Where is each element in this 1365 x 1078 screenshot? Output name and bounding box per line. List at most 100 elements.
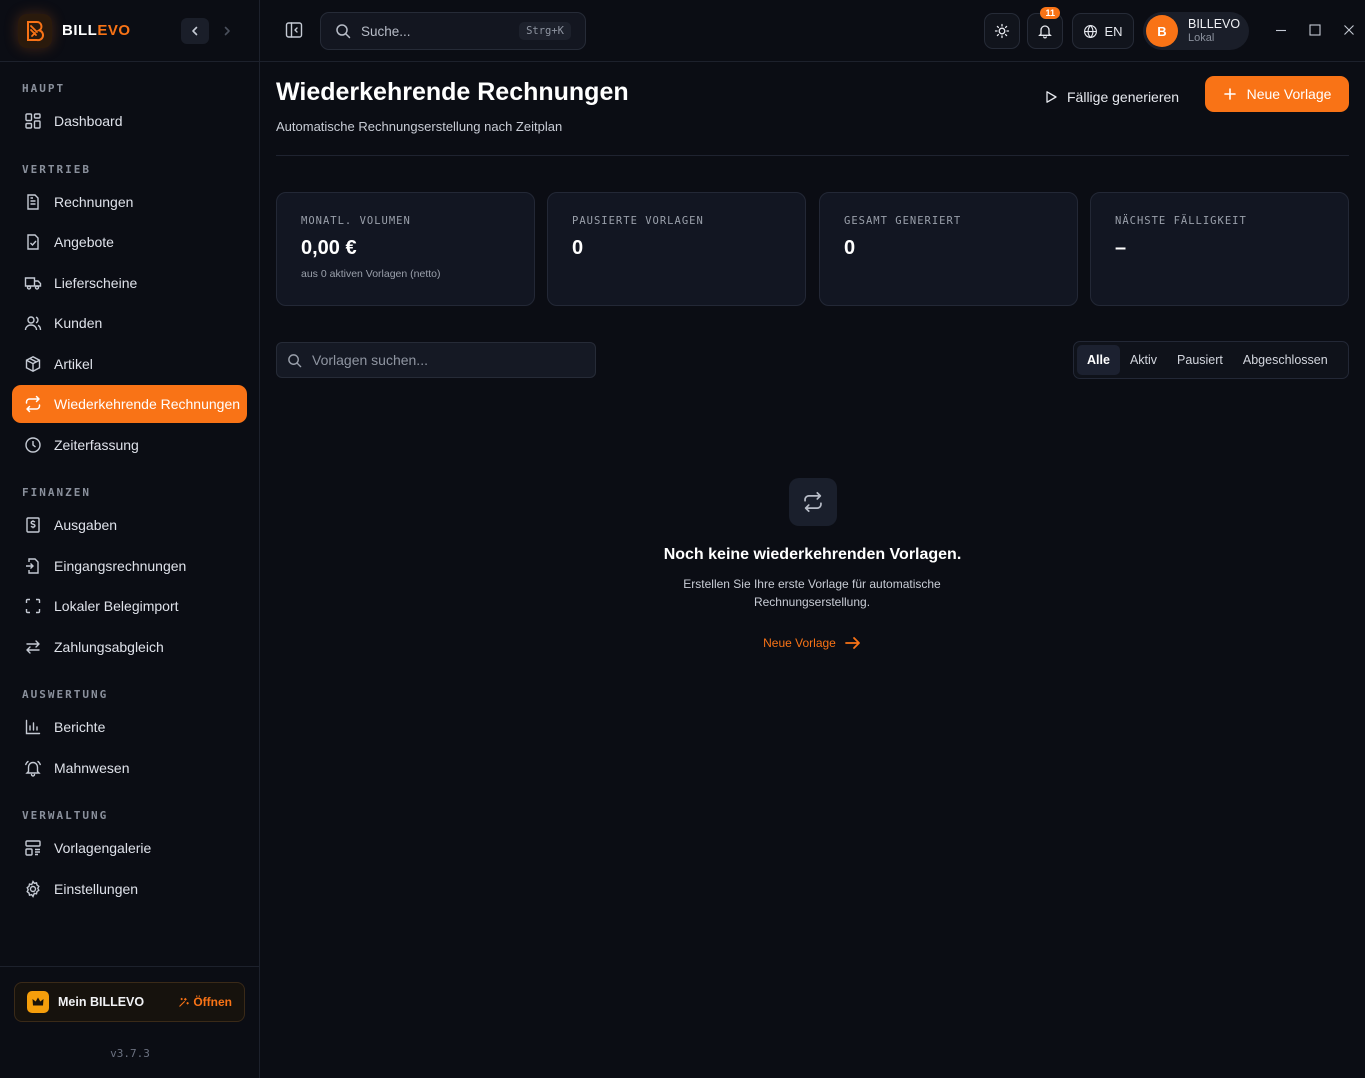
globe-icon: [1084, 24, 1098, 38]
brand-name-part1: BILL: [62, 22, 98, 39]
sidebar-item-label: Mahnwesen: [54, 760, 130, 776]
minimize-window-button[interactable]: [1275, 24, 1287, 36]
language-label: EN: [1104, 23, 1123, 39]
stat-value: 0: [844, 237, 856, 259]
app-version: v3.7.3: [110, 1047, 150, 1060]
plus-icon: [1223, 88, 1236, 100]
theme-toggle-button[interactable]: [984, 13, 1020, 49]
sidebar-item-label: Angebote: [54, 234, 114, 250]
global-search-input[interactable]: Suche... Strg+K: [320, 12, 586, 50]
template-search-placeholder: Vorlagen suchen...: [312, 352, 428, 368]
mein-billevo-card[interactable]: Mein BILLEVO Öffnen: [14, 982, 245, 1022]
empty-state-link-label: Neue Vorlage: [763, 636, 836, 650]
new-template-button[interactable]: Neue Vorlage: [1205, 76, 1349, 112]
sidebar-item-label: Lieferscheine: [54, 275, 138, 291]
maximize-window-button[interactable]: [1309, 24, 1321, 36]
scan-icon: [24, 597, 42, 615]
stat-label: GESAMT GENERIERT: [844, 215, 962, 227]
stat-value: –: [1115, 237, 1127, 259]
back-button[interactable]: [181, 17, 209, 44]
chevron-right-icon: [224, 26, 230, 35]
bell-icon: [1038, 25, 1052, 39]
sidebar-item-dashboard[interactable]: Dashboard: [12, 102, 247, 140]
user-name: BILLEVO: [1188, 17, 1241, 32]
brand-name-part2: EVO: [97, 22, 131, 39]
empty-state-description: Erstellen Sie Ihre erste Vorlage für aut…: [683, 577, 941, 609]
sidebar-item-berichte[interactable]: Berichte: [12, 708, 247, 746]
sidebar-item-zeiterfassung[interactable]: Zeiterfassung: [12, 426, 247, 464]
sidebar-item-eingangsrechnungen[interactable]: Eingangsrechnungen: [12, 547, 247, 585]
bar-chart-icon: [24, 718, 42, 736]
filter-tab-all[interactable]: Alle: [1077, 345, 1120, 375]
search-shortcut-hint: Strg+K: [519, 22, 571, 40]
user-menu[interactable]: B BILLEVO Lokal: [1143, 12, 1249, 50]
sidebar-item-wiederkehrende-rechnungen[interactable]: Wiederkehrende Rechnungen: [12, 385, 247, 423]
section-label-verwaltung: VERWALTUNG: [22, 809, 109, 822]
arrows-exchange-icon: [24, 638, 42, 656]
sidebar-divider: [0, 966, 259, 967]
sidebar: BILLEVO HAUPT Dashboard VERTRIEB Rechnun…: [0, 0, 260, 1078]
receipt-dollar-icon: [24, 516, 42, 534]
stat-hint: aus 0 aktiven Vorlagen (netto): [301, 268, 441, 280]
gear-icon: [24, 880, 42, 898]
sidebar-item-zahlungsabgleich[interactable]: Zahlungsabgleich: [12, 628, 247, 666]
avatar: B: [1146, 15, 1178, 47]
close-icon: [1344, 25, 1354, 35]
search-placeholder: Suche...: [361, 23, 411, 39]
sidebar-item-einstellungen[interactable]: Einstellungen: [12, 870, 247, 908]
template-search-input[interactable]: Vorlagen suchen...: [276, 342, 596, 378]
sidebar-item-label: Eingangsrechnungen: [54, 558, 187, 574]
document-check-icon: [24, 233, 42, 251]
sidebar-item-lieferscheine[interactable]: Lieferscheine: [12, 264, 247, 302]
file-import-icon: [24, 557, 42, 575]
page-subtitle: Automatische Rechnungserstellung nach Ze…: [276, 119, 563, 134]
sidebar-item-label: Zeiterfassung: [54, 437, 139, 453]
filter-tab-paused[interactable]: Pausiert: [1167, 345, 1233, 375]
filter-tab-completed[interactable]: Abgeschlossen: [1233, 345, 1338, 375]
empty-state-new-template-link[interactable]: Neue Vorlage: [276, 636, 1349, 650]
close-window-button[interactable]: [1343, 24, 1355, 36]
empty-state-title: Noch keine wiederkehrenden Vorlagen.: [663, 546, 962, 563]
maximize-icon: [1309, 24, 1321, 36]
sidebar-item-label: Vorlagengalerie: [54, 840, 152, 856]
repeat-icon: [789, 478, 837, 526]
search-icon: [336, 24, 351, 39]
section-label-haupt: HAUPT: [22, 82, 66, 95]
repeat-icon: [24, 395, 42, 413]
language-button[interactable]: EN: [1072, 13, 1134, 49]
play-icon: [1046, 91, 1057, 103]
user-subtitle: Lokal: [1188, 31, 1215, 44]
notifications-button[interactable]: 11: [1027, 7, 1063, 49]
billevo-logo-icon[interactable]: [18, 13, 52, 48]
stat-value: 0: [572, 237, 584, 259]
sidebar-item-ausgaben[interactable]: Ausgaben: [12, 506, 247, 544]
sidebar-item-vorlagengalerie[interactable]: Vorlagengalerie: [12, 829, 247, 867]
sidebar-item-mahnwesen[interactable]: Mahnwesen: [12, 749, 247, 787]
crown-icon: [27, 991, 49, 1013]
sidebar-item-label: Zahlungsabgleich: [54, 639, 164, 655]
stat-card-monthly-volume: MONATL. VOLUMEN 0,00 € aus 0 aktiven Vor…: [276, 192, 535, 306]
section-label-vertrieb: VERTRIEB: [22, 163, 91, 176]
stat-card-next-due: NÄCHSTE FÄLLIGKEIT –: [1090, 192, 1349, 306]
sidebar-item-angebote[interactable]: Angebote: [12, 223, 247, 261]
document-icon: [24, 193, 42, 211]
forward-button[interactable]: [213, 18, 241, 44]
status-filter-tabs: Alle Aktiv Pausiert Abgeschlossen: [1073, 341, 1349, 379]
sidebar-item-lokaler-belegimport[interactable]: Lokaler Belegimport: [12, 587, 247, 625]
bell-ring-icon: [24, 759, 42, 777]
sidebar-item-label: Lokaler Belegimport: [54, 598, 179, 614]
sidebar-item-kunden[interactable]: Kunden: [12, 304, 247, 342]
sidebar-item-rechnungen[interactable]: Rechnungen: [12, 183, 247, 221]
generate-due-button[interactable]: Fällige generieren: [1042, 79, 1181, 115]
sidebar-item-label: Einstellungen: [54, 881, 139, 897]
sidebar-item-label: Wiederkehrende Rechnungen: [54, 396, 241, 412]
notifications-badge: 11: [1040, 7, 1060, 19]
filter-tab-active[interactable]: Aktiv: [1120, 345, 1167, 375]
sidebar-item-label: Ausgaben: [54, 517, 118, 533]
stat-value: 0,00 €: [301, 237, 357, 259]
dashboard-icon: [24, 112, 42, 130]
sidebar-item-artikel[interactable]: Artikel: [12, 345, 247, 383]
open-mein-billevo-button[interactable]: Öffnen: [178, 995, 232, 1009]
stat-label: NÄCHSTE FÄLLIGKEIT: [1115, 215, 1247, 227]
toggle-sidebar-button[interactable]: [284, 20, 304, 40]
